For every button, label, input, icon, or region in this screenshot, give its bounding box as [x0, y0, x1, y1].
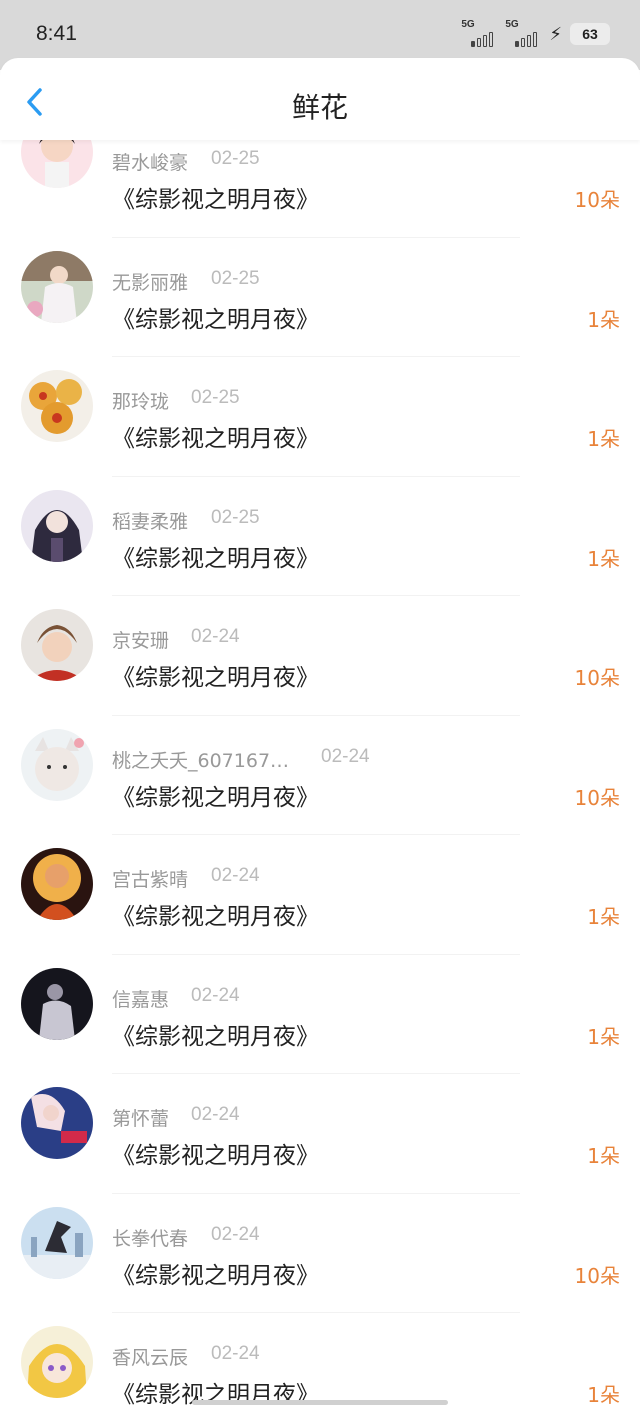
status-icons: 5G 5G ⚡ 63	[461, 16, 610, 52]
flower-list: 碧水峻豪 02-25 《综影视之明月夜》 10朵 无影丽雅 02-25 《综影视…	[0, 116, 640, 1408]
book-title: 《综影视之明月夜》	[112, 545, 319, 572]
book-title: 《综影视之明月夜》	[112, 1023, 319, 1050]
user-name: 稻妻柔雅	[112, 510, 189, 533]
flower-count: 1朵	[587, 546, 620, 571]
list-item[interactable]: 稻妻柔雅 02-25 《综影视之明月夜》 1朵	[0, 487, 640, 607]
date: 02-24	[191, 1104, 240, 1125]
avatar[interactable]	[21, 1206, 93, 1279]
book-title: 《综影视之明月夜》	[112, 187, 319, 213]
signal-icon: 5G	[461, 19, 497, 49]
divider	[112, 953, 520, 955]
flower-count: 10朵	[574, 1263, 620, 1288]
date: 02-24	[191, 626, 240, 647]
avatar[interactable]	[21, 1326, 93, 1398]
avatar[interactable]	[21, 967, 93, 1040]
network-type-label: 5G	[505, 19, 519, 30]
list-item[interactable]: 香风云辰 02-24 《综影视之明月夜》 1朵	[0, 1323, 640, 1408]
user-name: 碧水峻豪	[112, 152, 189, 174]
avatar[interactable]	[21, 848, 93, 920]
book-title: 《综影视之明月夜》	[112, 904, 319, 930]
user-name: 信嘉惠	[112, 988, 170, 1011]
signal-icon: 5G	[505, 19, 541, 49]
list-item[interactable]: 第怀蕾 02-24 《综影视之明月夜》 1朵	[0, 1084, 640, 1204]
home-indicator[interactable]	[192, 1400, 448, 1405]
book-title: 《综影视之明月夜》	[112, 426, 319, 452]
flower-count: 10朵	[574, 188, 620, 212]
avatar[interactable]	[21, 1087, 93, 1159]
divider	[112, 1073, 520, 1074]
battery-icon: 63	[570, 23, 610, 45]
flower-count: 1朵	[587, 1144, 620, 1168]
avatar[interactable]	[21, 370, 93, 442]
book-title: 《综影视之明月夜》	[112, 784, 319, 811]
network-type-label: 5G	[461, 19, 475, 30]
divider	[112, 1192, 520, 1194]
book-title: 《综影视之明月夜》	[112, 1143, 319, 1169]
divider	[112, 236, 520, 238]
charging-icon: ⚡	[549, 23, 562, 45]
date: 02-25	[211, 267, 260, 289]
flower-count: 10朵	[574, 666, 620, 690]
divider	[112, 834, 520, 835]
page: 8:41 5G 5G ⚡ 63 鲜花 碧水峻豪 02-25 《综影视之明月夜》 …	[0, 0, 640, 1408]
battery-level: 63	[582, 26, 598, 42]
avatar[interactable]	[21, 250, 93, 323]
avatar[interactable]	[21, 609, 93, 681]
date: 02-24	[211, 1223, 260, 1245]
flower-count: 1朵	[587, 1383, 620, 1407]
flower-count: 1朵	[587, 427, 620, 451]
nav-header: 鲜花	[0, 58, 640, 140]
user-name: 长拳代春	[112, 1227, 189, 1250]
user-name: 那玲珑	[112, 391, 170, 413]
date: 02-25	[211, 506, 260, 528]
date: 02-25	[211, 148, 260, 169]
user-name: 无影丽雅	[112, 271, 189, 294]
user-name: 香风云辰	[112, 1347, 189, 1369]
avatar[interactable]	[21, 489, 93, 562]
flower-count: 1朵	[587, 307, 620, 332]
user-name: 桃之夭夭_607167…	[112, 749, 290, 772]
divider	[112, 1312, 520, 1313]
avatar[interactable]	[21, 728, 93, 801]
date: 02-24	[321, 745, 370, 767]
divider	[112, 475, 520, 477]
divider	[112, 714, 520, 716]
user-name: 第怀蕾	[112, 1108, 170, 1130]
flower-count: 1朵	[587, 1024, 620, 1049]
flower-count: 1朵	[587, 905, 620, 929]
book-title: 《综影视之明月夜》	[112, 665, 319, 691]
list-item[interactable]: 京安珊 02-24 《综影视之明月夜》 10朵	[0, 606, 640, 726]
status-time: 8:41	[36, 22, 77, 45]
list-item[interactable]: 信嘉惠 02-24 《综影视之明月夜》 1朵	[0, 965, 640, 1085]
user-name: 宫古紫晴	[112, 869, 189, 891]
book-title: 《综影视之明月夜》	[112, 306, 319, 333]
date: 02-25	[191, 387, 240, 408]
list-item[interactable]: 碧水峻豪 02-25 《综影视之明月夜》 10朵	[0, 116, 640, 248]
user-name: 京安珊	[112, 630, 170, 652]
list-item[interactable]: 长拳代春 02-24 《综影视之明月夜》 10朵	[0, 1204, 640, 1324]
flower-count: 10朵	[574, 785, 620, 810]
list-item[interactable]: 无影丽雅 02-25 《综影视之明月夜》 1朵	[0, 248, 640, 368]
list-item[interactable]: 桃之夭夭_607167… 02-24 《综影视之明月夜》 10朵	[0, 726, 640, 846]
list-item[interactable]: 那玲珑 02-25 《综影视之明月夜》 1朵	[0, 367, 640, 487]
date: 02-24	[191, 984, 240, 1006]
divider	[112, 356, 520, 357]
date: 02-24	[211, 1343, 260, 1364]
divider	[112, 595, 520, 596]
date: 02-24	[211, 865, 260, 886]
list-item[interactable]: 宫古紫晴 02-24 《综影视之明月夜》 1朵	[0, 845, 640, 965]
page-title: 鲜花	[291, 91, 348, 124]
book-title: 《综影视之明月夜》	[112, 1262, 319, 1289]
